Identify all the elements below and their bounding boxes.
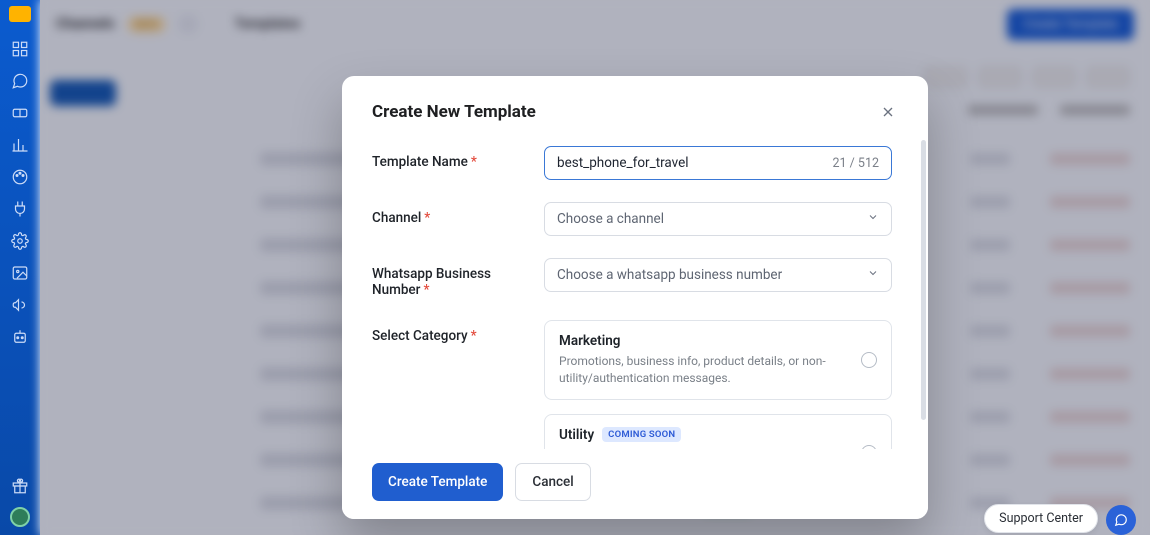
main-area: Channels NEW Templates Create Template [40, 0, 1150, 535]
close-icon[interactable] [878, 102, 898, 122]
whatsapp-number-placeholder: Choose a whatsapp business number [557, 267, 782, 283]
coming-soon-badge: COMING SOON [602, 427, 681, 442]
gift-icon[interactable] [11, 477, 29, 499]
category-desc: Messages about a specific transaction, a… [559, 447, 845, 449]
plug-icon[interactable] [11, 200, 29, 218]
ticket-icon[interactable] [11, 104, 29, 122]
app-sidebar [0, 0, 40, 535]
palette-icon[interactable] [11, 168, 29, 186]
whatsapp-number-select[interactable]: Choose a whatsapp business number [544, 258, 892, 292]
modal-scrollbar[interactable] [921, 140, 926, 420]
create-template-button[interactable]: Create Template [372, 463, 503, 501]
support-chat-icon[interactable] [1106, 505, 1136, 535]
create-template-modal: Create New Template Template Name* [342, 76, 928, 519]
image-icon[interactable] [11, 264, 29, 282]
template-name-label: Template Name* [372, 146, 544, 170]
user-avatar[interactable] [10, 507, 30, 527]
category-title: Utility [559, 427, 594, 443]
channel-placeholder: Choose a channel [557, 211, 664, 227]
megaphone-icon[interactable] [11, 296, 29, 314]
bot-icon[interactable] [11, 328, 29, 346]
grid-icon[interactable] [11, 40, 29, 58]
category-option-utility[interactable]: Utility COMING SOON Messages about a spe… [544, 414, 892, 449]
modal-title: Create New Template [372, 102, 536, 122]
chevron-down-icon [867, 211, 879, 227]
category-title: Marketing [559, 333, 620, 349]
brand-logo[interactable] [9, 6, 31, 22]
category-option-marketing[interactable]: Marketing Promotions, business info, pro… [544, 320, 892, 400]
template-name-input-wrap[interactable]: 21 / 512 [544, 146, 892, 180]
gear-icon[interactable] [11, 232, 29, 250]
radio-unchecked-icon[interactable] [861, 445, 877, 449]
category-desc: Promotions, business info, product detai… [559, 353, 845, 387]
cancel-button[interactable]: Cancel [515, 463, 590, 501]
char-counter: 21 / 512 [833, 156, 879, 171]
channel-select[interactable]: Choose a channel [544, 202, 892, 236]
template-name-input[interactable] [557, 155, 825, 171]
support-center-button[interactable]: Support Center [984, 504, 1098, 533]
chart-icon[interactable] [11, 136, 29, 154]
radio-unchecked-icon[interactable] [861, 352, 877, 368]
whatsapp-number-label: Whatsapp Business Number* [372, 258, 544, 298]
channel-label: Channel* [372, 202, 544, 226]
chevron-down-icon [867, 267, 879, 283]
chat-icon[interactable] [11, 72, 29, 90]
category-label: Select Category* [372, 320, 544, 344]
